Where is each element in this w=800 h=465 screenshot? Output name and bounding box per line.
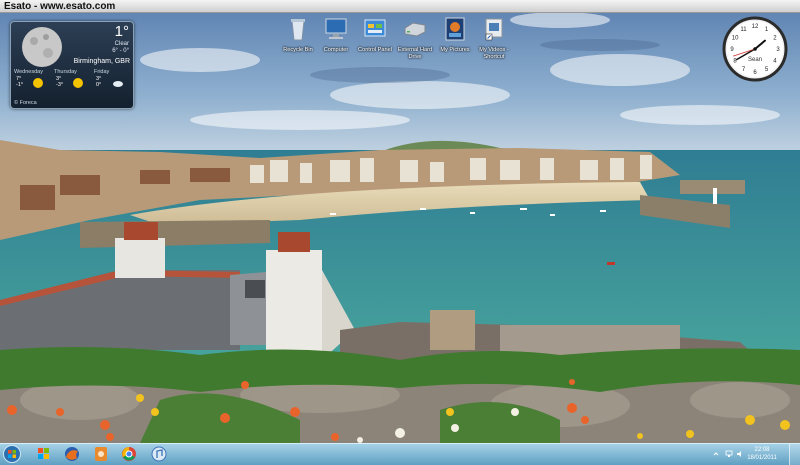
forecast-day-name: Friday: [94, 69, 110, 75]
clock-face: 123456789101112 Sean: [722, 16, 788, 82]
desktop-icon-my-videos-shortcut[interactable]: My Videos - Shortcut: [472, 16, 516, 60]
desktop-icon-control-panel[interactable]: Control Panel: [353, 16, 397, 54]
desktop-icon-label: External Hard Drive: [397, 47, 433, 60]
start-button[interactable]: [3, 445, 21, 463]
desktop-icon-external-hard-drive[interactable]: External Hard Drive: [393, 16, 437, 60]
clock-label: Sean: [748, 57, 762, 63]
show-desktop-button[interactable]: [789, 444, 800, 465]
desktop-icon-label: My Pictures: [440, 47, 470, 53]
clock-gadget[interactable]: 1 2 3 4 5 6 7 8 9 10 11 12 Sean: [722, 16, 788, 82]
videos-shortcut-icon: [485, 18, 503, 41]
itunes-icon[interactable]: [148, 445, 170, 463]
weather-range: 6° - 0°: [112, 48, 129, 54]
window-title: Esato - www.esato.com: [4, 1, 116, 12]
taskbar: 22:08 18/01/2011: [0, 443, 800, 465]
desktop-icon-my-pictures[interactable]: My Pictures: [433, 16, 477, 54]
weather-condition: Clear: [114, 41, 129, 47]
pictures-icon: [445, 17, 465, 41]
desktop-icon-label: My Videos - Shortcut: [479, 47, 509, 60]
weather-forecast: Wednesday 7° -1° Thursday 3° -3° Friday 3°…: [11, 69, 133, 99]
media-app-icon[interactable]: [90, 445, 112, 463]
forecast-low: -3°: [56, 82, 64, 88]
hard-drive-icon: [404, 22, 426, 37]
forecast-low: -1°: [16, 82, 24, 88]
clock-numeral: 11: [740, 27, 747, 33]
sun-icon: [73, 78, 83, 88]
forecast-day: Thursday 3° -3°: [54, 69, 94, 88]
weather-source: © Foreca: [14, 100, 37, 106]
cloud-icon: [113, 81, 123, 87]
tray-time: 22:08: [754, 447, 770, 453]
computer-icon: [325, 18, 347, 39]
weather-temperature: 1°: [114, 23, 129, 40]
weather-location: Birmingham, GBR: [73, 58, 130, 65]
forecast-day-name: Wednesday: [14, 69, 43, 75]
control-panel-icon: [364, 19, 386, 37]
moon-icon: [22, 27, 62, 67]
sun-icon: [33, 78, 43, 88]
desktop-icon-computer[interactable]: Computer: [314, 16, 358, 54]
forecast-day-name: Thursday: [54, 69, 77, 75]
tray-date: 18/01/2011: [747, 455, 777, 461]
firefox-icon[interactable]: [61, 445, 83, 463]
chrome-icon[interactable]: [118, 445, 140, 463]
network-icon[interactable]: [725, 450, 733, 458]
desktop-icon-label: Control Panel: [358, 47, 392, 53]
tray-chevron-icon[interactable]: [712, 450, 720, 458]
forecast-low: 0°: [96, 82, 102, 88]
windows-media-player-icon[interactable]: [33, 445, 55, 463]
clock-numeral: 10: [732, 36, 739, 42]
clock-numeral: 12: [752, 24, 759, 30]
recycle-bin-icon: [291, 19, 305, 41]
forecast-day: Wednesday 7° -1°: [14, 69, 54, 88]
forecast-day: Friday 3° 0°: [94, 69, 133, 88]
window-title-bar: Esato - www.esato.com: [0, 0, 800, 13]
weather-gadget[interactable]: 1° Clear 6° - 0° Birmingham, GBR Wednesd…: [10, 21, 134, 109]
tray-clock[interactable]: 22:08 18/01/2011: [742, 446, 782, 462]
desktop-icon-label: Computer: [323, 47, 349, 53]
